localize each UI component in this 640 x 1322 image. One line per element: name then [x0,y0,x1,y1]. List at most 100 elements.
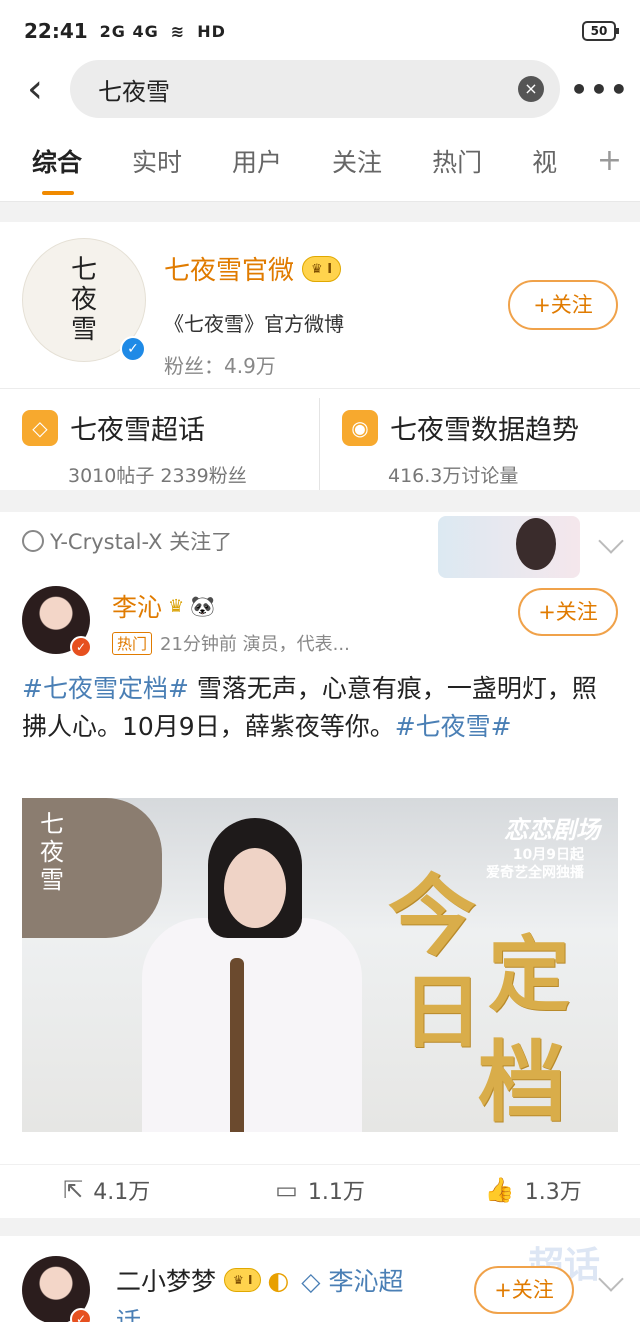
account-name[interactable]: 七夜雪官微 ♛ I [164,250,342,287]
hashtag-link[interactable]: #七夜雪定档# [22,674,189,703]
liked-by-line: Y-Crystal-X 关注了 [22,526,232,556]
search-row: ‹ 七夜雪 × ••• [0,58,640,120]
share-icon: ⇱ [63,1175,84,1204]
tab-video[interactable]: 视 [532,143,557,179]
user-icon [22,530,44,552]
post-card: Y-Crystal-X 关注了 ✓ 李沁 ♛ 🐼 热门 21分钟前 演员，代表.… [0,512,640,1218]
gold-char-2: 定 [488,927,571,1023]
account-card: 七 夜 雪 ✓ 七夜雪官微 ♛ I 《七夜雪》官方微博 粉丝：4.9万 +关注 … [0,222,640,490]
next-author-name-text: 二小梦梦 [116,1267,217,1296]
like-button[interactable]: 👍 1.3万 [427,1174,640,1206]
battery-icon: 50 [582,21,619,41]
post-actions: ⇱ 4.1万 ▭ 1.1万 👍 1.3万 [0,1164,640,1214]
like-count: 1.3万 [524,1179,582,1205]
account-description: 《七夜雪》官方微博 [164,312,344,336]
post-image[interactable]: 七 夜 雪 恋恋剧场 10月9日起 爱奇艺全网独播 今 定 日 档 [22,798,618,1132]
verified-orange-icon: ✓ [70,636,92,658]
add-tab-icon[interactable]: + [597,143,622,178]
super-topic-name: 七夜雪超话 [70,415,205,446]
author-name-text: 李沁 [112,593,163,622]
verified-orange-icon: ✓ [70,1308,92,1322]
avatar-brush-char-2: 夜 [70,285,97,315]
signal-indicator: 2G 4G [99,21,159,41]
author-name[interactable]: 李沁 ♛ 🐼 [112,588,215,624]
release-date-line-1: 10月9日起 [512,847,584,863]
more-icon[interactable]: ••• [560,73,640,106]
data-trend-stats: 416.3万讨论量 [388,465,519,487]
chevron-down-icon[interactable] [598,1266,624,1292]
post-meta-text: 21分钟前 演员，代表... [160,634,350,655]
platform-logo: 恋恋剧场 [504,816,600,844]
image-figure [142,808,362,1132]
account-name-text: 七夜雪官微 [164,256,295,286]
liked-by-text: Y-Crystal-X 关注了 [50,530,233,554]
figure-cloak [142,918,362,1132]
tab-following[interactable]: 关注 [332,143,382,179]
status-bar: 22:41 2G 4G ≋ HD 50 [0,0,640,62]
next-author-level: I [247,1273,253,1287]
post-text: #七夜雪定档# 雪落无声，心意有痕，一盏明灯，照拂人心。10月9日，薛紫夜等你。… [22,670,618,746]
crown-badge-icon: ♛ [168,595,185,617]
super-topic-link[interactable]: ◇ 李沁超 [301,1262,403,1298]
fish-icon: ◐ [267,1265,290,1295]
avatar-brush-char-3: 雪 [70,315,97,345]
panda-icon: 🐼 [190,594,216,618]
next-author-name[interactable]: 二小梦梦 ♛ I ◐ ◇ 李沁超 [116,1262,403,1298]
super-topic-stats: 3010帖子 2339粉丝 [68,465,247,487]
gold-char-4: 档 [478,1030,567,1132]
account-fans: 粉丝：4.9万 [164,354,276,378]
search-input[interactable]: 七夜雪 × [70,60,560,118]
clear-icon[interactable]: × [518,76,544,102]
figure-staff [230,958,244,1132]
divider [319,398,320,490]
tab-hot[interactable]: 热门 [432,143,482,179]
back-arrow-icon[interactable]: ‹ [0,66,70,112]
follow-author-button[interactable]: +关注 [518,588,618,636]
comment-button[interactable]: ▭ 1.1万 [213,1174,426,1206]
avatar-brush-char-1: 七 [70,255,97,285]
crown-level-icon: ♛ I [302,255,342,282]
comment-count: 1.1万 [307,1179,365,1205]
verified-icon: ✓ [120,336,146,362]
hd-indicator: HD [197,21,226,41]
follow-account-button[interactable]: +关注 [508,280,618,330]
thumbs-up-icon: 👍 [484,1175,515,1204]
search-query: 七夜雪 [98,77,170,106]
tab-comprehensive[interactable]: 综合 [32,143,82,195]
wifi-icon: ≋ [170,21,186,41]
share-count: 4.1万 [93,1179,151,1205]
follow-next-author-button[interactable]: +关注 [474,1266,574,1314]
data-trend-icon: ◉ [342,409,378,446]
sticker-figure [516,518,556,570]
release-date-line-2: 爱奇艺全网独播 [486,865,584,881]
chevron-down-icon[interactable] [598,528,624,554]
top-bar: 22:41 2G 4G ≋ HD 50 ‹ 七夜雪 × ••• [0,0,640,120]
tab-users[interactable]: 用户 [232,143,282,179]
post-meta: 热门 21分钟前 演员，代表... [112,630,350,656]
release-date-text: 10月9日起 爱奇艺全网独播 [486,846,584,882]
super-topic-link-wrap[interactable]: 话 [116,1302,141,1322]
next-post-card: 超话 ✓ 二小梦梦 ♛ I ◐ ◇ 李沁超 话 +关注 [0,1236,640,1322]
brush-char-1: 七 [40,810,64,838]
divider [0,388,640,389]
gold-char-3: 日 [402,965,482,1059]
search-tabs: 综合 实时 用户 关注 热门 视 + [0,120,640,202]
hot-badge: 热门 [112,631,153,655]
card-decoration-sticker [438,516,580,578]
figure-face [224,848,286,928]
brush-char-2: 夜 [40,838,64,866]
status-time: 22:41 [24,19,88,43]
data-trend-entry[interactable]: ◉ 七夜雪数据趋势 416.3万讨论量 [342,408,579,488]
brush-char-3: 雪 [40,866,64,894]
super-topic-icon: ◇ [22,409,58,446]
tab-realtime[interactable]: 实时 [132,143,182,179]
crown-level-icon: ♛ I [224,1268,262,1292]
hashtag-link[interactable]: #七夜雪# [395,712,512,741]
comment-icon: ▭ [275,1175,298,1204]
image-brush-title: 七 夜 雪 [40,810,64,894]
data-trend-name: 七夜雪数据趋势 [390,415,579,446]
account-level: I [327,261,333,277]
super-topic-link-text: 李沁超 [328,1267,404,1296]
super-topic-entry[interactable]: ◇ 七夜雪超话 3010帖子 2339粉丝 [22,408,247,488]
share-button[interactable]: ⇱ 4.1万 [0,1174,213,1206]
